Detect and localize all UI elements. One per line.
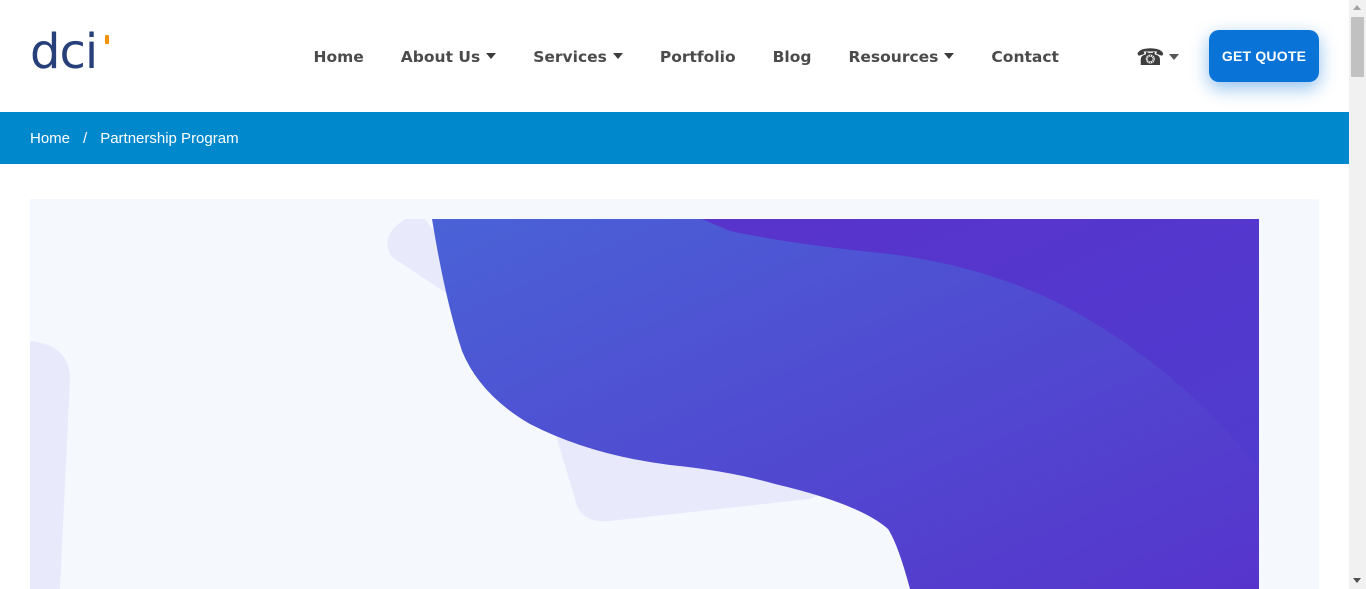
page: dci Home About Us Services Portfolio Blo… [0, 0, 1349, 589]
hero-graphic [30, 199, 1319, 589]
nav-item-label: Resources [848, 48, 939, 66]
nav-item-label: Blog [772, 48, 812, 66]
main-nav: Home About Us Services Portfolio Blog Re… [295, 36, 1077, 78]
hero-abstract-shapes [30, 219, 1259, 589]
site-header: dci Home About Us Services Portfolio Blo… [0, 0, 1349, 112]
logo-accent-dot [105, 35, 109, 44]
nav-item-label: Services [533, 48, 607, 66]
caret-down-icon [1168, 54, 1179, 60]
nav-item-home[interactable]: Home [295, 36, 382, 78]
nav-item-contact[interactable]: Contact [973, 36, 1078, 78]
nav-item-blog[interactable]: Blog [754, 36, 830, 78]
nav-item-about-us[interactable]: About Us [382, 36, 514, 78]
left-light-blob [30, 341, 70, 589]
breadcrumb-separator: / [83, 129, 88, 147]
breadcrumb: Home / Partnership Program [0, 112, 1349, 164]
scroll-down-arrow-icon[interactable] [1353, 578, 1361, 583]
vertical-scrollbar[interactable] [1349, 0, 1366, 589]
caret-down-icon [612, 53, 623, 59]
nav-item-label: About Us [400, 48, 481, 66]
scroll-thumb[interactable] [1351, 17, 1364, 77]
caret-down-icon [486, 53, 497, 59]
logo-text: dci [30, 24, 98, 80]
nav-item-label: Contact [991, 48, 1059, 66]
get-quote-button[interactable]: GET QUOTE [1209, 30, 1319, 82]
nav-item-resources[interactable]: Resources [830, 36, 973, 78]
dci-logo[interactable]: dci [30, 24, 112, 80]
nav-item-portfolio[interactable]: Portfolio [641, 36, 754, 78]
scroll-up-arrow-icon[interactable] [1353, 5, 1361, 10]
breadcrumb-home-link[interactable]: Home [30, 130, 70, 147]
phone-icon: ☎ [1136, 45, 1165, 71]
phone-dropdown[interactable]: ☎ [1136, 44, 1179, 72]
nav-item-services[interactable]: Services [515, 36, 642, 78]
breadcrumb-current: Partnership Program [100, 129, 239, 147]
caret-down-icon [944, 53, 955, 59]
nav-item-label: Portfolio [659, 48, 736, 66]
nav-item-label: Home [313, 48, 364, 66]
